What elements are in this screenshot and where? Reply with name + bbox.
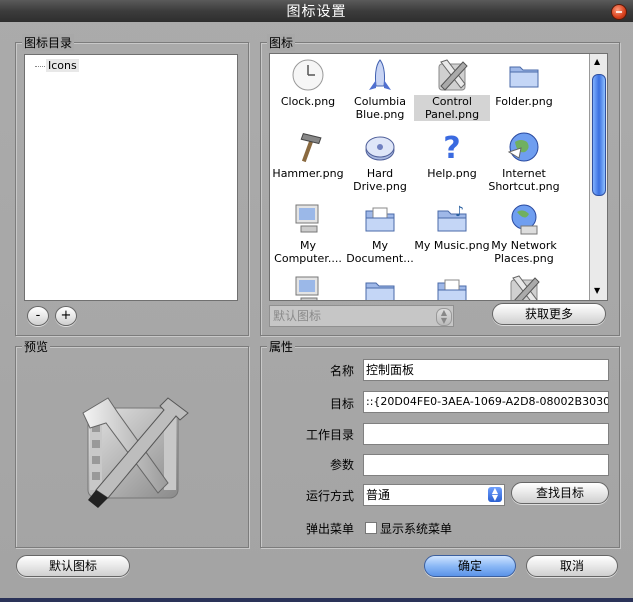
- icon-grid-scrollbar[interactable]: ▲ ▼: [589, 54, 607, 300]
- svg-text:♪: ♪: [455, 204, 464, 220]
- icon-item-label: Columbia Blue.png: [354, 95, 406, 121]
- music-folder-icon: ♪: [435, 202, 469, 236]
- icon-item-partial[interactable]: [342, 274, 418, 300]
- control-panel-preview-icon: [82, 397, 189, 508]
- icon-item-label: My Document...: [346, 239, 414, 265]
- clock-icon: [291, 58, 325, 92]
- icon-item-label: Hammer.png: [272, 167, 344, 180]
- scroll-thumb[interactable]: [592, 74, 606, 196]
- combo-spin-icon: ▲ ▼: [436, 308, 452, 326]
- name-field[interactable]: 控制面板: [363, 359, 609, 381]
- run-mode-arrow-icon: ▲ ▼: [488, 487, 502, 502]
- target-label: 目标: [329, 397, 354, 411]
- svg-text:?: ?: [443, 131, 460, 164]
- icon-item-label: My Computer....: [274, 239, 342, 265]
- icon-item[interactable]: Control Panel.png: [414, 58, 490, 121]
- hard-drive-icon: [363, 130, 397, 164]
- documents-icon: [435, 274, 469, 300]
- ok-button[interactable]: 确定: [424, 555, 516, 577]
- icon-item-label: Help.png: [427, 167, 477, 180]
- title-bar[interactable]: 图标设置: [0, 0, 633, 22]
- tools-icon: [507, 274, 541, 300]
- icon-item[interactable]: Hammer.png: [270, 130, 346, 180]
- workdir-field[interactable]: [363, 423, 609, 445]
- catalog-tree[interactable]: Icons: [24, 54, 238, 301]
- icon-item[interactable]: Hard Drive.png: [342, 130, 418, 193]
- icon-item-label: Internet Shortcut.png: [488, 167, 560, 193]
- window-title: 图标设置: [286, 4, 347, 20]
- name-label: 名称: [329, 364, 354, 378]
- documents-icon: [363, 202, 397, 236]
- preview-label: 预览: [22, 338, 51, 355]
- close-button[interactable]: [611, 4, 627, 20]
- show-sys-menu-checkbox[interactable]: [365, 522, 377, 534]
- folder-icon: [507, 58, 541, 92]
- icons-label: 图标: [267, 34, 296, 51]
- tree-node-icons[interactable]: Icons: [35, 59, 79, 72]
- default-icon-button[interactable]: 默认图标: [16, 555, 130, 577]
- network-icon: [507, 202, 541, 236]
- icon-item[interactable]: ♪ My Music.png: [414, 202, 490, 252]
- icon-set-select[interactable]: 默认图标 ▲ ▼: [269, 305, 454, 327]
- icon-settings-window: 图标设置 图标目录 Icons - + 图标 Clock.png Columbia…: [0, 0, 633, 602]
- icon-item-label: My Music.png: [414, 239, 490, 252]
- scroll-down-arrow[interactable]: ▼: [594, 286, 600, 295]
- help-icon: ?: [435, 130, 469, 166]
- icon-item[interactable]: Columbia Blue.png: [342, 58, 418, 121]
- computer-icon: [291, 202, 325, 236]
- icon-item[interactable]: Internet Shortcut.png: [486, 130, 562, 193]
- icon-grid[interactable]: Clock.png Columbia Blue.png Control Panel.…: [269, 53, 608, 301]
- tools-icon: [435, 58, 469, 92]
- cancel-button[interactable]: 取消: [526, 555, 618, 577]
- icon-item[interactable]: ? Help.png: [414, 130, 490, 180]
- icon-item-label: My Network Places.png: [491, 239, 557, 265]
- run-mode-label: 运行方式: [305, 489, 354, 503]
- args-field[interactable]: [363, 454, 609, 476]
- scroll-up-arrow[interactable]: ▲: [594, 57, 600, 66]
- properties-label: 属性: [267, 338, 296, 355]
- remove-catalog-button[interactable]: -: [27, 306, 49, 326]
- run-mode-select[interactable]: 普通 ▲ ▼: [363, 484, 505, 506]
- icon-item-label: Control Panel.png: [414, 95, 490, 121]
- get-more-button[interactable]: 获取更多: [492, 303, 606, 325]
- workdir-label: 工作目录: [305, 428, 354, 442]
- add-catalog-button[interactable]: +: [55, 306, 77, 326]
- catalog-label: 图标目录: [22, 34, 75, 51]
- find-target-button[interactable]: 查找目标: [511, 482, 609, 504]
- popup-menu-label: 弹出菜单: [305, 522, 354, 536]
- icon-item[interactable]: Clock.png: [270, 58, 346, 108]
- icon-item[interactable]: My Network Places.png: [486, 202, 562, 265]
- icon-item[interactable]: My Computer....: [270, 202, 346, 265]
- icon-item-label: Hard Drive.png: [353, 167, 407, 193]
- shuttle-icon: [363, 58, 397, 92]
- icon-item-partial[interactable]: [414, 274, 490, 300]
- icon-item-label: Clock.png: [280, 95, 336, 108]
- hammer-icon: [291, 130, 325, 164]
- target-field[interactable]: ::{20D04FE0-3AEA-1069-A2D8-08002B30309D}…: [363, 391, 609, 413]
- icon-item-partial[interactable]: [270, 274, 346, 300]
- icon-item[interactable]: Folder.png: [486, 58, 562, 108]
- icon-item[interactable]: My Document...: [342, 202, 418, 265]
- globe-icon: [507, 130, 541, 164]
- icon-item-label: Folder.png: [495, 95, 553, 108]
- icon-item-partial[interactable]: [486, 274, 562, 300]
- computer-icon: [291, 274, 325, 300]
- preview-image: [68, 388, 198, 518]
- show-sys-menu-label: 显示系统菜单: [380, 522, 453, 536]
- folder-icon: [363, 274, 397, 300]
- args-label: 参数: [329, 458, 354, 472]
